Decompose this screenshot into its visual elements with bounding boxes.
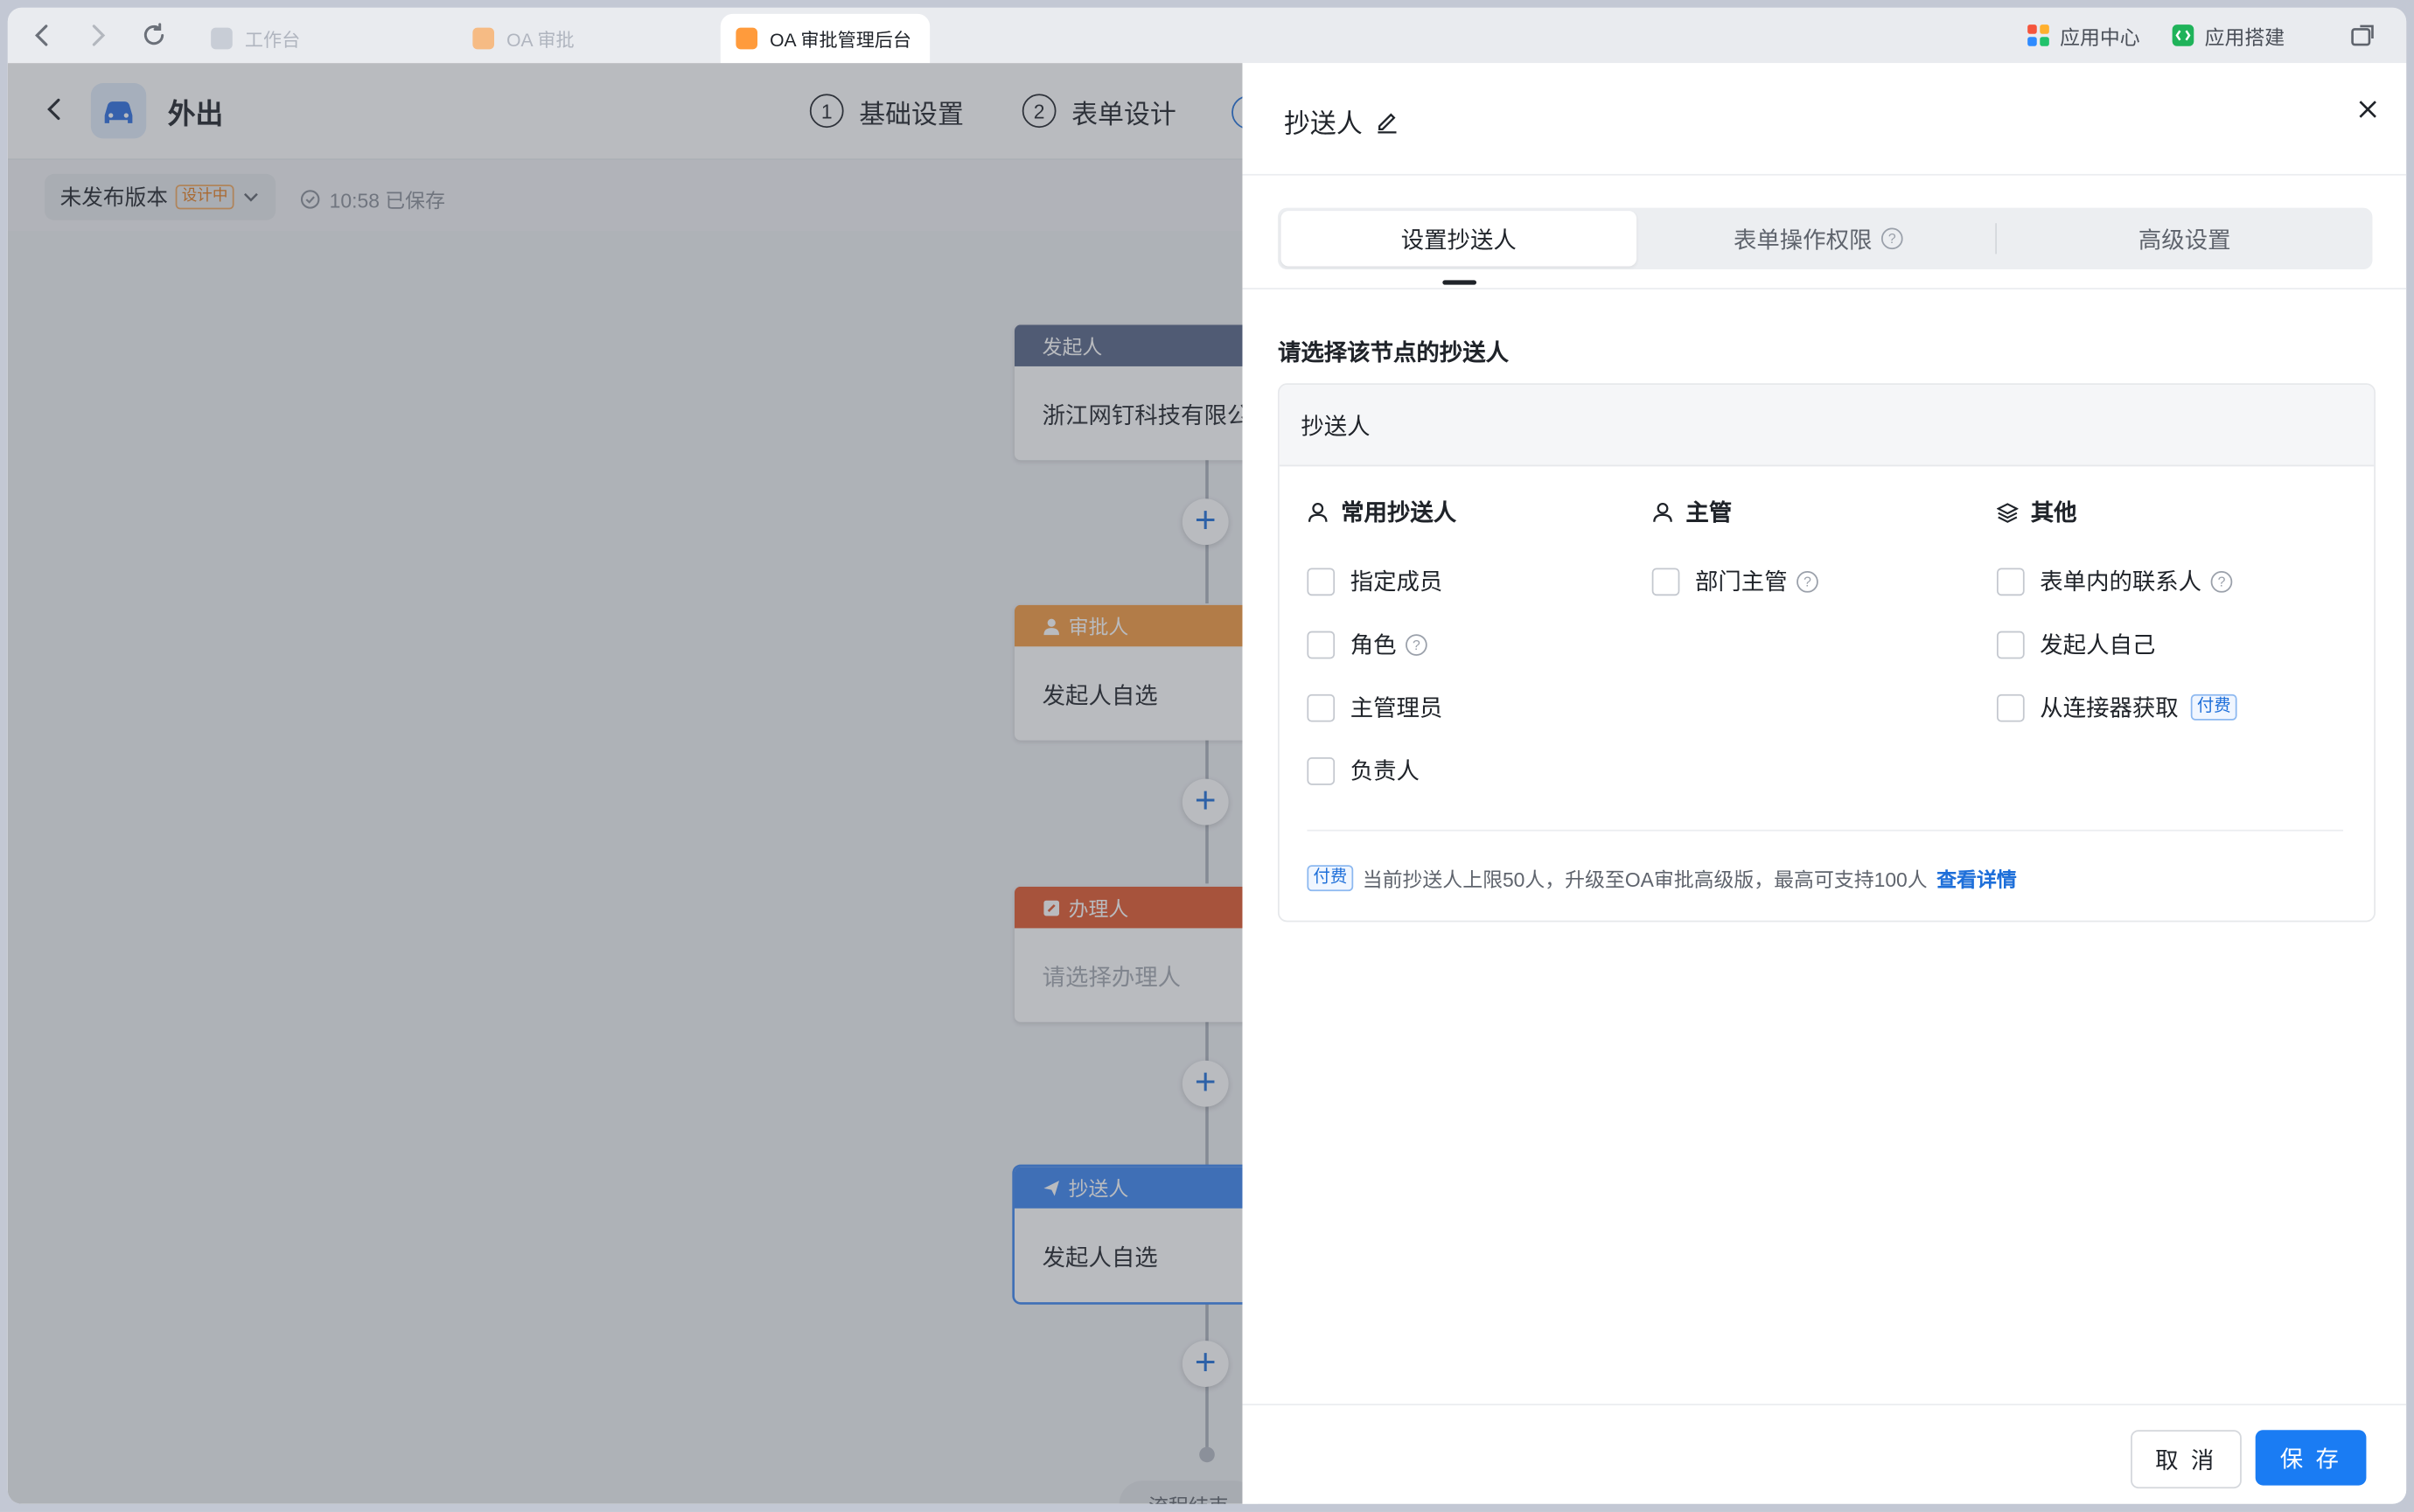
drawer-tabs: 设置抄送人 表单操作权限 ? 高级设置 xyxy=(1277,207,2373,270)
tab-workbench[interactable]: 工作台 xyxy=(211,14,300,63)
checkbox[interactable] xyxy=(1996,693,2025,721)
tab-label: 设置抄送人 xyxy=(1400,226,1517,254)
option-label: 发起人自己 xyxy=(2040,632,2156,659)
option-label: 负责人 xyxy=(1350,758,1420,785)
option-initiator-self[interactable]: 发起人自己 xyxy=(1996,628,2156,660)
app-center-label: 应用中心 xyxy=(2060,25,2140,49)
tab-set-cc[interactable]: 设置抄送人 xyxy=(1280,211,1637,267)
option-label: 主管理员 xyxy=(1350,695,1443,722)
help-icon[interactable]: ? xyxy=(1880,227,1903,250)
option-main-admin[interactable]: 主管理员 xyxy=(1307,691,1442,723)
divider xyxy=(1242,288,2407,289)
tab-advanced-settings[interactable]: 高级设置 xyxy=(1997,208,2372,269)
help-icon[interactable]: ? xyxy=(1406,633,1427,655)
divider xyxy=(1242,1404,2407,1406)
cancel-label: 取 消 xyxy=(2155,1447,2217,1474)
tab-form-permissions[interactable]: 表单操作权限 ? xyxy=(1640,208,1997,269)
divider xyxy=(1242,173,2407,176)
open-window-icon[interactable] xyxy=(2349,22,2377,50)
column-title: 常用抄送人 xyxy=(1341,500,1457,526)
forward-icon[interactable] xyxy=(83,22,111,50)
option-department-supervisor[interactable]: 部门主管 ? xyxy=(1651,565,1818,597)
paid-badge: 付费 xyxy=(1307,865,1354,892)
paid-badge: 付费 xyxy=(2190,693,2237,721)
checkbox[interactable] xyxy=(1307,693,1336,721)
tab-label: OA 审批管理后台 xyxy=(770,28,912,51)
back-icon[interactable] xyxy=(29,22,57,50)
view-details-link[interactable]: 查看详情 xyxy=(1936,863,2017,892)
user-icon xyxy=(1652,501,1674,523)
browser-top-bar: 工作台 OA 审批 OA 审批管理后台 应用中心 应用搭建 xyxy=(7,7,2407,64)
app-builder-label: 应用搭建 xyxy=(2204,25,2285,49)
option-role[interactable]: 角色 ? xyxy=(1307,628,1427,660)
layers-icon xyxy=(1996,501,2019,523)
divider xyxy=(1307,829,2344,832)
tab-label: 表单操作权限 xyxy=(1733,226,1873,254)
app-window: 工作台 OA 审批 OA 审批管理后台 应用中心 应用搭建 外出 1 基础设置 … xyxy=(7,7,2407,1504)
active-tab-indicator xyxy=(1442,280,1477,285)
close-icon[interactable] xyxy=(2355,97,2380,122)
app-center-icon xyxy=(2026,23,2050,47)
option-person-in-charge[interactable]: 负责人 xyxy=(1307,754,1420,786)
screen: 工作台 OA 审批 OA 审批管理后台 应用中心 应用搭建 外出 1 基础设置 … xyxy=(0,0,2414,1512)
checkbox[interactable] xyxy=(1307,567,1336,596)
tab-label: OA 审批 xyxy=(506,28,575,51)
app-builder-icon xyxy=(2171,23,2195,47)
column-other: 其他 xyxy=(1996,496,2077,528)
option-label: 指定成员 xyxy=(1350,569,1443,596)
section-prompt: 请选择该节点的抄送人 xyxy=(1277,340,1510,366)
option-label: 表单内的联系人 xyxy=(2040,569,2202,596)
save-button[interactable]: 保 存 xyxy=(2255,1430,2367,1486)
help-icon[interactable]: ? xyxy=(1797,570,1818,592)
drawer-title: 抄送人 xyxy=(1284,101,1399,140)
column-title: 主管 xyxy=(1685,500,1733,526)
checkbox[interactable] xyxy=(1307,756,1336,784)
tab-oa-admin[interactable]: OA 审批管理后台 xyxy=(720,13,931,64)
option-label: 从连接器获取 xyxy=(2040,695,2179,722)
option-form-contact[interactable]: 表单内的联系人 ? xyxy=(1996,565,2233,597)
tab-oa-approval[interactable]: OA 审批 xyxy=(472,14,575,63)
edit-pencil-icon[interactable] xyxy=(1375,108,1399,133)
tab-label: 高级设置 xyxy=(2138,226,2231,254)
checkbox[interactable] xyxy=(1996,567,2025,596)
option-label: 角色 xyxy=(1350,632,1397,659)
column-supervisor: 主管 xyxy=(1652,496,1733,528)
cc-options-card: 抄送人 常用抄送人 主管 其他 指定成员 角色 ? 主管理员 负责人 部门主管 … xyxy=(1277,383,2376,923)
app-builder-link[interactable]: 应用搭建 xyxy=(2171,8,2285,63)
upgrade-notice: 付费 当前抄送人上限50人，升级至OA审批高级版，最高可支持100人 查看详情 xyxy=(1307,863,2017,892)
checkbox[interactable] xyxy=(1996,630,2025,658)
card-title: 抄送人 xyxy=(1301,413,1371,440)
drawer-title-text: 抄送人 xyxy=(1284,108,1363,139)
cc-settings-drawer: 抄送人 设置抄送人 表单操作权限 ? 高级设置 请选择该节点的抄送人 抄送人 常… xyxy=(1242,63,2407,1504)
oa-approval-icon xyxy=(472,27,495,50)
option-designated-member[interactable]: 指定成员 xyxy=(1307,565,1442,597)
tab-label: 工作台 xyxy=(244,28,301,51)
option-label: 部门主管 xyxy=(1694,569,1788,596)
option-from-connector[interactable]: 从连接器获取 付费 xyxy=(1996,691,2237,723)
modal-overlay[interactable] xyxy=(7,63,1243,1504)
column-common-cc: 常用抄送人 xyxy=(1307,496,1456,528)
checkbox[interactable] xyxy=(1307,630,1336,658)
user-icon xyxy=(1307,501,1329,523)
column-title: 其他 xyxy=(2030,500,2077,526)
app-center-link[interactable]: 应用中心 xyxy=(2026,8,2140,63)
workbench-icon xyxy=(211,27,233,50)
cancel-button[interactable]: 取 消 xyxy=(2131,1430,2242,1489)
notice-text: 当前抄送人上限50人，升级至OA审批高级版，最高可支持100人 xyxy=(1362,867,1928,892)
oa-approval-icon xyxy=(736,27,758,50)
save-label: 保 存 xyxy=(2279,1446,2342,1473)
card-header: 抄送人 xyxy=(1279,385,2375,467)
checkbox[interactable] xyxy=(1651,567,1680,596)
help-icon[interactable]: ? xyxy=(2210,570,2233,592)
refresh-icon[interactable] xyxy=(140,22,168,50)
